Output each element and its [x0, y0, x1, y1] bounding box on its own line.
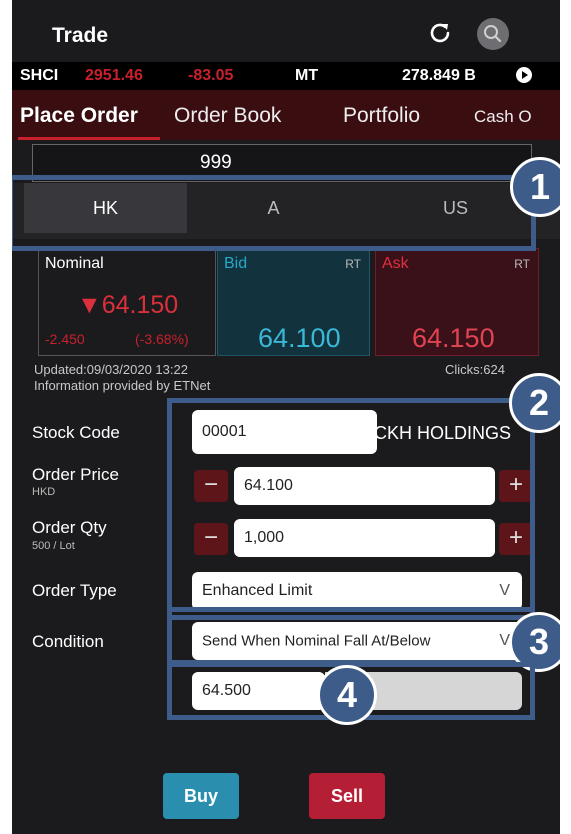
search-icon [484, 25, 502, 43]
search-button[interactable] [477, 18, 509, 50]
condition-label: Condition [32, 632, 104, 651]
index-name: SHCI [20, 67, 59, 84]
nominal-label: Nominal [45, 255, 104, 272]
annotation-box-1 [12, 175, 536, 251]
order-price-currency: HKD [32, 486, 56, 498]
annotation-callout-4: 4 [317, 665, 377, 725]
app-header: Trade [12, 0, 560, 62]
refresh-icon[interactable] [427, 20, 453, 46]
stock-search-value: 999 [200, 152, 232, 173]
order-type-label: Order Type [32, 581, 117, 600]
tab-portfolio[interactable]: Portfolio [343, 104, 420, 128]
annotation-callout-2: 2 [509, 373, 560, 433]
clicks-count: Clicks:624 [445, 362, 505, 377]
tab-place-order[interactable]: Place Order [20, 104, 138, 128]
order-qty-lot: 500 / Lot [32, 540, 75, 552]
active-tab-indicator [18, 137, 160, 140]
tab-order-book[interactable]: Order Book [174, 104, 281, 128]
ask-label: Ask [382, 255, 409, 272]
bid-label: Bid [224, 255, 248, 272]
nominal-tile: Nominal ▼64.150 -2.450 (-3.68%) [38, 248, 216, 356]
updated-time: Updated:09/03/2020 13:22 [34, 362, 188, 377]
nominal-price: ▼64.150 [77, 291, 179, 319]
bid-rt-badge: RT [345, 257, 361, 271]
index-turnover: 278.849 B [402, 67, 476, 84]
main-tabs: Place Order Order Book Portfolio Cash O [12, 90, 560, 140]
phone-screen: Trade SHCI 2951.46 -83.05 MT 278.849 B P… [12, 0, 560, 834]
bid-tile[interactable]: Bid RT 64.100 [217, 248, 370, 356]
play-icon[interactable] [516, 67, 532, 83]
index-change: -83.05 [188, 67, 234, 84]
index-ticker: SHCI 2951.46 -83.05 MT 278.849 B [12, 62, 560, 90]
ask-value: 64.150 [412, 323, 495, 353]
bid-value: 64.100 [258, 323, 341, 353]
buy-button[interactable]: Buy [163, 773, 239, 819]
index-value: 2951.46 [85, 67, 143, 84]
nominal-change: -2.450 [45, 331, 85, 347]
index-unit: MT [295, 67, 319, 84]
sell-button[interactable]: Sell [309, 773, 385, 819]
tab-cash[interactable]: Cash O [474, 107, 532, 127]
stock-code-label: Stock Code [32, 423, 120, 442]
order-price-label: Order Price [32, 465, 119, 484]
data-provider: Information provided by ETNet [34, 378, 211, 393]
annotation-box-3 [167, 607, 535, 665]
order-qty-label: Order Qty [32, 518, 107, 537]
nominal-percent: (-3.68%) [135, 331, 189, 347]
ask-tile[interactable]: Ask RT 64.150 [375, 248, 539, 356]
annotation-box-2 [167, 398, 535, 620]
ask-rt-badge: RT [514, 257, 530, 271]
page-title: Trade [52, 24, 109, 47]
